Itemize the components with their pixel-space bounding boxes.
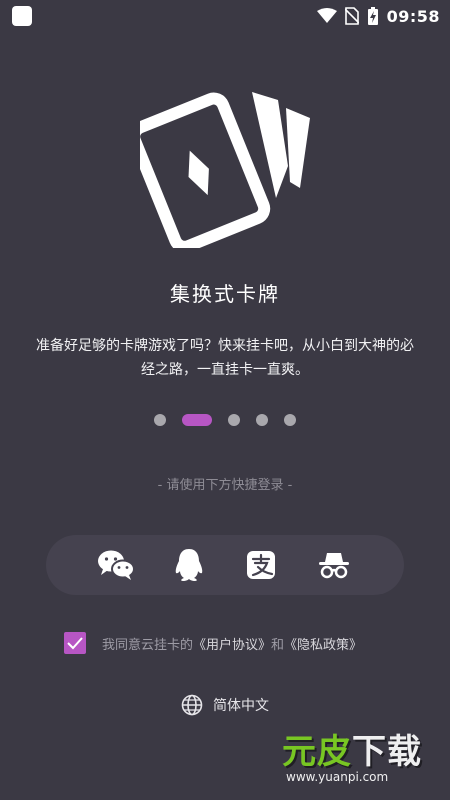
watermark-url: www.yuanpi.com	[286, 770, 389, 784]
status-bar: 09:58	[0, 0, 450, 32]
description-text: 准备好足够的卡牌游戏了吗？快来挂卡吧，从小白到大神的必经之路，一直挂卡一直爽。	[36, 338, 414, 378]
quick-login-bar	[46, 535, 404, 595]
language-label: 简体中文	[213, 698, 269, 714]
page-dot-3[interactable]	[228, 414, 240, 426]
wechat-login-button[interactable]	[96, 545, 136, 585]
page-dot-5[interactable]	[284, 414, 296, 426]
no-sim-icon	[344, 7, 359, 25]
user-agreement-link[interactable]: 《用户协议》	[193, 638, 271, 653]
agreement-and: 和	[271, 637, 285, 653]
agreement-text: 我同意云挂卡的《用户协议》和《隐私政策》	[102, 634, 362, 653]
site-watermark: 元皮下载 www.yuanpi.com	[268, 724, 446, 792]
page-dot-2-active[interactable]	[182, 414, 212, 426]
page-dot-1[interactable]	[154, 414, 166, 426]
incognito-login-button[interactable]	[314, 545, 354, 585]
quick-login-hint: - 请使用下方快捷登录 -	[157, 478, 293, 493]
globe-icon	[181, 694, 203, 716]
alipay-icon	[247, 551, 276, 579]
alipay-login-button[interactable]	[241, 545, 281, 585]
page-title: 集换式卡牌	[170, 282, 280, 306]
language-selector[interactable]: 简体中文	[0, 694, 450, 716]
notification-app-icon	[12, 6, 32, 26]
clock: 09:58	[386, 6, 440, 26]
privacy-policy-link[interactable]: 《隐私政策》	[284, 638, 362, 653]
qq-login-button[interactable]	[169, 545, 209, 585]
status-icons: 09:58	[316, 4, 440, 28]
watermark-logo: 元皮下载	[282, 732, 422, 772]
checkmark-icon	[67, 637, 83, 650]
agreement-checkbox[interactable]	[64, 632, 86, 654]
wifi-icon	[316, 8, 337, 23]
wechat-icon	[98, 550, 136, 580]
page-dot-4[interactable]	[256, 414, 268, 426]
qq-penguin-icon	[175, 549, 203, 581]
incognito-icon	[318, 553, 349, 579]
battery-charging-icon	[367, 7, 378, 25]
agreement-row: 我同意云挂卡的《用户协议》和《隐私政策》	[64, 632, 362, 654]
pagination-dots	[0, 414, 450, 426]
agreement-prefix: 我同意云挂卡的	[102, 637, 194, 653]
playing-cards-icon	[140, 92, 310, 248]
